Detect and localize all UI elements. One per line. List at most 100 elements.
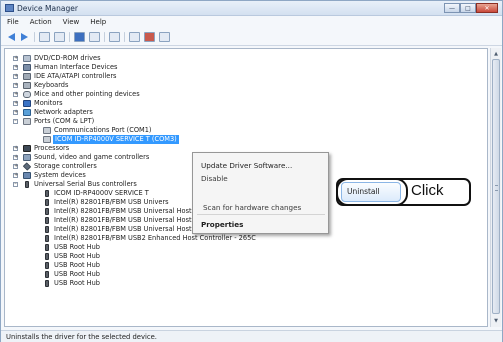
forward-arrow-icon bbox=[21, 33, 28, 41]
show-hide-console-tree-icon[interactable] bbox=[39, 32, 50, 42]
usb-icon bbox=[45, 190, 49, 197]
device-manager-window: Device Manager — □ ✕ File Action View He… bbox=[0, 0, 503, 342]
expand-icon[interactable]: + bbox=[13, 74, 18, 79]
toolbar-separator bbox=[124, 32, 125, 42]
usb-icon bbox=[45, 244, 49, 251]
port-icon bbox=[43, 127, 51, 134]
toolbar-separator bbox=[69, 32, 70, 42]
tree-item-label: ICOM ID-RP4000V SERVICE T (COM3) bbox=[53, 135, 179, 144]
tree-item-root-hub[interactable]: USB Root Hub bbox=[43, 270, 343, 279]
tree-item-ports[interactable]: – Ports (COM & LPT) bbox=[13, 117, 313, 126]
usb-icon bbox=[45, 280, 49, 287]
tree-item-icom-com3[interactable]: ICOM ID-RP4000V SERVICE T (COM3) bbox=[43, 135, 343, 144]
drive-icon bbox=[23, 55, 31, 62]
tree-item-com1[interactable]: Communications Port (COM1) bbox=[43, 126, 343, 135]
menu-properties[interactable]: Properties bbox=[201, 220, 243, 229]
expand-icon[interactable]: + bbox=[13, 83, 18, 88]
status-bar: Uninstalls the driver for the selected d… bbox=[1, 330, 502, 342]
tree-item-label: Monitors bbox=[34, 99, 63, 107]
expand-icon[interactable]: + bbox=[13, 101, 18, 106]
window-title: Device Manager bbox=[17, 4, 78, 13]
expand-icon[interactable]: + bbox=[13, 65, 18, 70]
expand-icon[interactable]: + bbox=[13, 164, 18, 169]
expand-icon[interactable]: + bbox=[13, 173, 18, 178]
collapse-icon[interactable]: – bbox=[13, 119, 18, 124]
expand-icon[interactable]: + bbox=[13, 56, 18, 61]
scroll-down-icon[interactable]: ▼ bbox=[491, 316, 501, 325]
status-text: Uninstalls the driver for the selected d… bbox=[6, 333, 157, 341]
tree-item-label: Processors bbox=[34, 144, 70, 152]
mouse-icon bbox=[23, 91, 31, 98]
usb-icon bbox=[45, 226, 49, 233]
scrollbar-thumb[interactable] bbox=[492, 59, 500, 314]
menu-bar: File Action View Help bbox=[1, 16, 502, 28]
usb-icon bbox=[45, 235, 49, 242]
tree-item-keyboards[interactable]: + Keyboards bbox=[13, 81, 313, 90]
expand-icon[interactable]: + bbox=[13, 146, 18, 151]
network-icon bbox=[23, 109, 31, 116]
disable-device-icon[interactable] bbox=[159, 32, 170, 42]
storage-icon bbox=[22, 162, 32, 171]
tree-item-root-hub[interactable]: USB Root Hub bbox=[43, 252, 343, 261]
expand-icon[interactable]: + bbox=[13, 110, 18, 115]
tree-item-usb-host[interactable]: Intel(R) 82801FB/FBM USB2 Enhanced Host … bbox=[43, 234, 343, 243]
port-icon bbox=[23, 118, 31, 125]
tree-item-label: System devices bbox=[34, 171, 86, 179]
grip-icon bbox=[495, 185, 498, 191]
action-pane-icon[interactable] bbox=[54, 32, 65, 42]
minimize-button[interactable]: — bbox=[444, 3, 460, 13]
click-indicator-ring bbox=[336, 178, 408, 206]
tree-item-network[interactable]: + Network adapters bbox=[13, 108, 313, 117]
tree-item-root-hub[interactable]: USB Root Hub bbox=[43, 243, 343, 252]
menu-update-driver[interactable]: Update Driver Software... bbox=[201, 161, 292, 170]
usb-icon bbox=[45, 253, 49, 260]
usb-icon bbox=[45, 208, 49, 215]
menu-action[interactable]: Action bbox=[30, 16, 52, 28]
keyboard-icon bbox=[23, 82, 31, 89]
forward-button[interactable] bbox=[19, 32, 30, 42]
tree-item-root-hub[interactable]: USB Root Hub bbox=[43, 261, 343, 270]
scan-hardware-icon[interactable] bbox=[109, 32, 120, 42]
expand-icon[interactable]: + bbox=[13, 155, 18, 160]
tree-item-label: Communications Port (COM1) bbox=[54, 126, 152, 134]
menu-file[interactable]: File bbox=[7, 16, 19, 28]
window-controls: — □ ✕ bbox=[444, 3, 498, 13]
menu-help[interactable]: Help bbox=[90, 16, 106, 28]
tree-item-monitors[interactable]: + Monitors bbox=[13, 99, 313, 108]
tree-item-hid[interactable]: + Human Interface Devices bbox=[13, 63, 313, 72]
maximize-button[interactable]: □ bbox=[460, 3, 476, 13]
tree-item-ide[interactable]: + IDE ATA/ATAPI controllers bbox=[13, 72, 313, 81]
system-icon bbox=[23, 172, 31, 179]
update-driver-icon[interactable] bbox=[129, 32, 140, 42]
collapse-icon[interactable]: – bbox=[13, 182, 18, 187]
tree-item-label: USB Root Hub bbox=[54, 270, 100, 278]
menu-disable[interactable]: Disable bbox=[201, 174, 228, 183]
properties-icon[interactable] bbox=[89, 32, 100, 42]
tree-item-label: Intel(R) 82801FB/FBM USB2 Enhanced Host … bbox=[54, 234, 256, 242]
uninstall-icon[interactable] bbox=[144, 32, 155, 42]
tree-item-label: Mice and other pointing devices bbox=[34, 90, 140, 98]
expand-icon[interactable]: + bbox=[13, 92, 18, 97]
tree-item-mice[interactable]: + Mice and other pointing devices bbox=[13, 90, 313, 99]
back-button[interactable] bbox=[6, 32, 17, 42]
help-icon[interactable] bbox=[74, 32, 85, 42]
vertical-scrollbar[interactable]: ▲ ▼ bbox=[490, 48, 501, 327]
tree-item-label: USB Root Hub bbox=[54, 261, 100, 269]
callout-click-text: Click bbox=[411, 182, 444, 199]
usb-icon bbox=[45, 262, 49, 269]
processor-icon bbox=[23, 145, 31, 152]
usb-icon bbox=[45, 271, 49, 278]
tree-item-root-hub[interactable]: USB Root Hub bbox=[43, 279, 343, 288]
scroll-up-icon[interactable]: ▲ bbox=[491, 49, 501, 58]
tree-item-dvd[interactable]: + DVD/CD-ROM drives bbox=[13, 54, 313, 63]
tree-item-label: USB Root Hub bbox=[54, 252, 100, 260]
sound-icon bbox=[23, 154, 31, 161]
tree-item-label: Keyboards bbox=[34, 81, 69, 89]
tree-item-label: Human Interface Devices bbox=[34, 63, 118, 71]
title-bar: Device Manager — □ ✕ bbox=[1, 1, 502, 16]
close-button[interactable]: ✕ bbox=[476, 3, 498, 13]
tree-item-label: USB Root Hub bbox=[54, 279, 100, 287]
menu-scan-hardware[interactable]: Scan for hardware changes bbox=[203, 203, 301, 212]
menu-view[interactable]: View bbox=[63, 16, 80, 28]
toolbar-separator bbox=[34, 32, 35, 42]
